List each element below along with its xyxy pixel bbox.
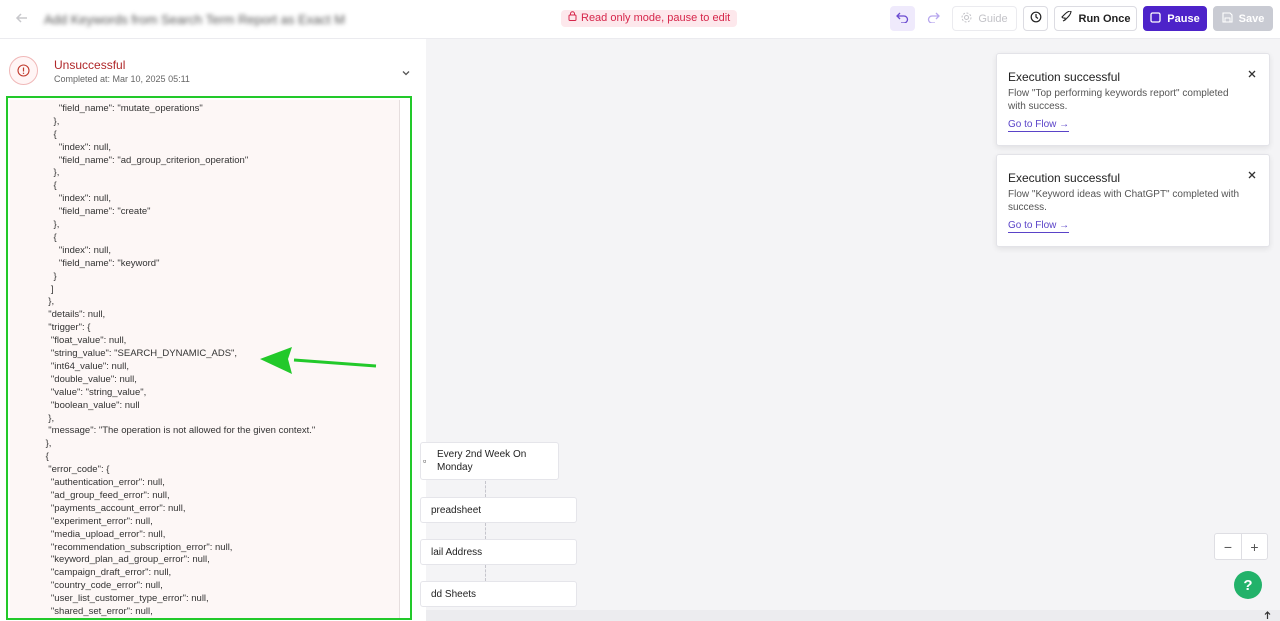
toast-title: Execution successful <box>1008 171 1121 185</box>
scroll-up-arrow-icon[interactable] <box>1263 611 1273 621</box>
log-line: "media_upload_error": null, <box>43 528 166 540</box>
log-line: "string_value": "SEARCH_DYNAMIC_ADS", <box>43 348 238 359</box>
log-line: "index": null, <box>43 141 111 153</box>
log-line: "message": "The operation is not allowed… <box>43 425 316 437</box>
log-line: }, <box>43 296 55 308</box>
toast-title: Execution successful <box>1008 70 1121 84</box>
flow-node-label: lail Address <box>431 546 483 558</box>
log-line: } <box>43 270 57 282</box>
log-line: "float_value": null, <box>43 335 127 347</box>
log-line: }, <box>43 219 60 230</box>
log-line: }, <box>43 438 52 450</box>
log-line: "authentication_error": null, <box>43 477 165 488</box>
log-line: "field_name": "ad_group_criterion_operat… <box>43 154 249 166</box>
history-icon <box>1030 11 1042 26</box>
flow-node-spreadsheet[interactable]: preadsheet <box>420 497 577 523</box>
chevron-down-icon[interactable] <box>401 65 411 76</box>
flow-node-add-sheets[interactable]: dd Sheets <box>420 581 577 607</box>
zoom-controls: − + <box>1214 533 1268 560</box>
run-once-button[interactable]: Run Once <box>1054 6 1137 31</box>
close-icon[interactable] <box>1247 167 1257 179</box>
flow-node-label: dd Sheets <box>431 588 477 600</box>
go-to-flow-link[interactable]: Go to Flow → <box>1008 119 1070 132</box>
log-line: "index": null, <box>43 244 111 256</box>
log-line: "field_name": "mutate_operations" <box>43 102 203 114</box>
rocket-icon <box>1060 10 1073 26</box>
readonly-badge: Read only mode, pause to edit <box>561 10 738 27</box>
history-button[interactable] <box>1023 6 1048 31</box>
log-line: { <box>43 128 57 140</box>
flow-connector <box>485 523 486 539</box>
log-line: "index": null, <box>43 193 111 205</box>
log-line: "recommendation_subscription_error": nul… <box>43 541 233 553</box>
log-line: { <box>43 231 57 243</box>
flow-node-label: preadsheet <box>431 504 482 516</box>
horizontal-scrollbar[interactable] <box>426 610 1280 621</box>
back-arrow-icon[interactable] <box>14 10 30 26</box>
log-line: "value": "string_value", <box>43 386 147 398</box>
log-line: }, <box>43 115 60 127</box>
flow-title: Add Keywords from Search Term Report as … <box>44 12 344 27</box>
run-detail-panel: Unsuccessful Completed at: Mar 10, 2025 … <box>0 39 426 621</box>
guide-label: Guide <box>978 12 1008 25</box>
pause-button[interactable]: Pause <box>1143 6 1207 31</box>
gear-icon <box>961 12 972 26</box>
undo-button[interactable] <box>890 6 915 31</box>
toast-notification: Execution successful Flow "Keyword ideas… <box>996 154 1270 247</box>
readonly-label: Read only mode, pause to edit <box>581 12 731 24</box>
log-line: "int64_value": null, <box>43 360 129 372</box>
top-bar: Add Keywords from Search Term Report as … <box>0 0 1280 39</box>
annotation-arrow-icon <box>260 347 377 374</box>
floppy-icon <box>1222 11 1233 26</box>
log-line: "boolean_value": null <box>43 399 140 411</box>
zoom-in-button[interactable]: + <box>1240 534 1267 559</box>
log-line: ] <box>43 283 54 295</box>
log-line: }, <box>43 412 55 424</box>
log-line: "double_value": null, <box>43 373 137 385</box>
log-line: "keyword_plan_ad_group_error": null, <box>43 554 210 566</box>
log-line: "payments_account_error": null, <box>43 502 186 514</box>
log-line: "trigger": { <box>43 322 91 334</box>
log-line: "shared_set_error": null, <box>43 606 153 617</box>
redo-button[interactable] <box>921 6 946 31</box>
guide-button[interactable]: Guide <box>952 6 1017 31</box>
log-line: "details": null, <box>43 309 106 321</box>
flow-node-trigger[interactable]: ▫ Every 2nd Week On Monday <box>420 442 559 480</box>
log-line: "experiment_error": null, <box>43 515 153 527</box>
error-circle-icon <box>9 56 38 85</box>
save-label: Save <box>1238 12 1265 25</box>
help-button[interactable]: ? <box>1234 571 1262 599</box>
toast-body: Flow "Keyword ideas with ChatGPT" comple… <box>1008 189 1240 213</box>
log-line: "user_list_customer_type_error": null, <box>43 593 209 605</box>
stop-square-icon <box>1150 11 1161 26</box>
run-once-label: Run Once <box>1078 12 1131 25</box>
toast-notification: Execution successful Flow "Top performin… <box>996 53 1270 146</box>
save-button[interactable]: Save <box>1213 6 1273 31</box>
lock-icon <box>568 10 577 27</box>
log-line: }, <box>43 167 60 179</box>
flow-node-email[interactable]: lail Address <box>420 539 577 565</box>
log-line: "field_name": "create" <box>43 206 151 218</box>
redo-icon <box>927 12 940 26</box>
log-line: "ad_group_feed_error": null, <box>43 489 170 501</box>
flow-node-label: Every 2nd Week On Monday <box>437 449 527 473</box>
close-icon[interactable] <box>1247 66 1257 78</box>
flow-connector <box>485 481 486 497</box>
log-line: "field_name": "keyword" <box>43 257 160 269</box>
pause-label: Pause <box>1167 12 1200 25</box>
run-completed-time: Completed at: Mar 10, 2025 05:11 <box>54 74 190 84</box>
flow-connector <box>485 565 486 581</box>
run-status-title: Unsuccessful <box>54 58 126 72</box>
log-line: "index": 12, <box>43 100 107 101</box>
go-to-flow-link[interactable]: Go to Flow → <box>1008 220 1070 233</box>
log-line: "error_code": { <box>43 464 110 476</box>
log-line: "campaign_draft_error": null, <box>43 567 172 579</box>
zoom-out-button[interactable]: − <box>1215 534 1241 559</box>
log-line: { <box>43 180 57 192</box>
undo-icon <box>896 12 909 26</box>
log-line: { <box>43 451 49 463</box>
log-line: "country_code_error": null, <box>43 580 163 592</box>
calendar-icon: ▫ <box>423 456 427 466</box>
toast-body: Flow "Top performing keywords report" co… <box>1008 88 1229 112</box>
